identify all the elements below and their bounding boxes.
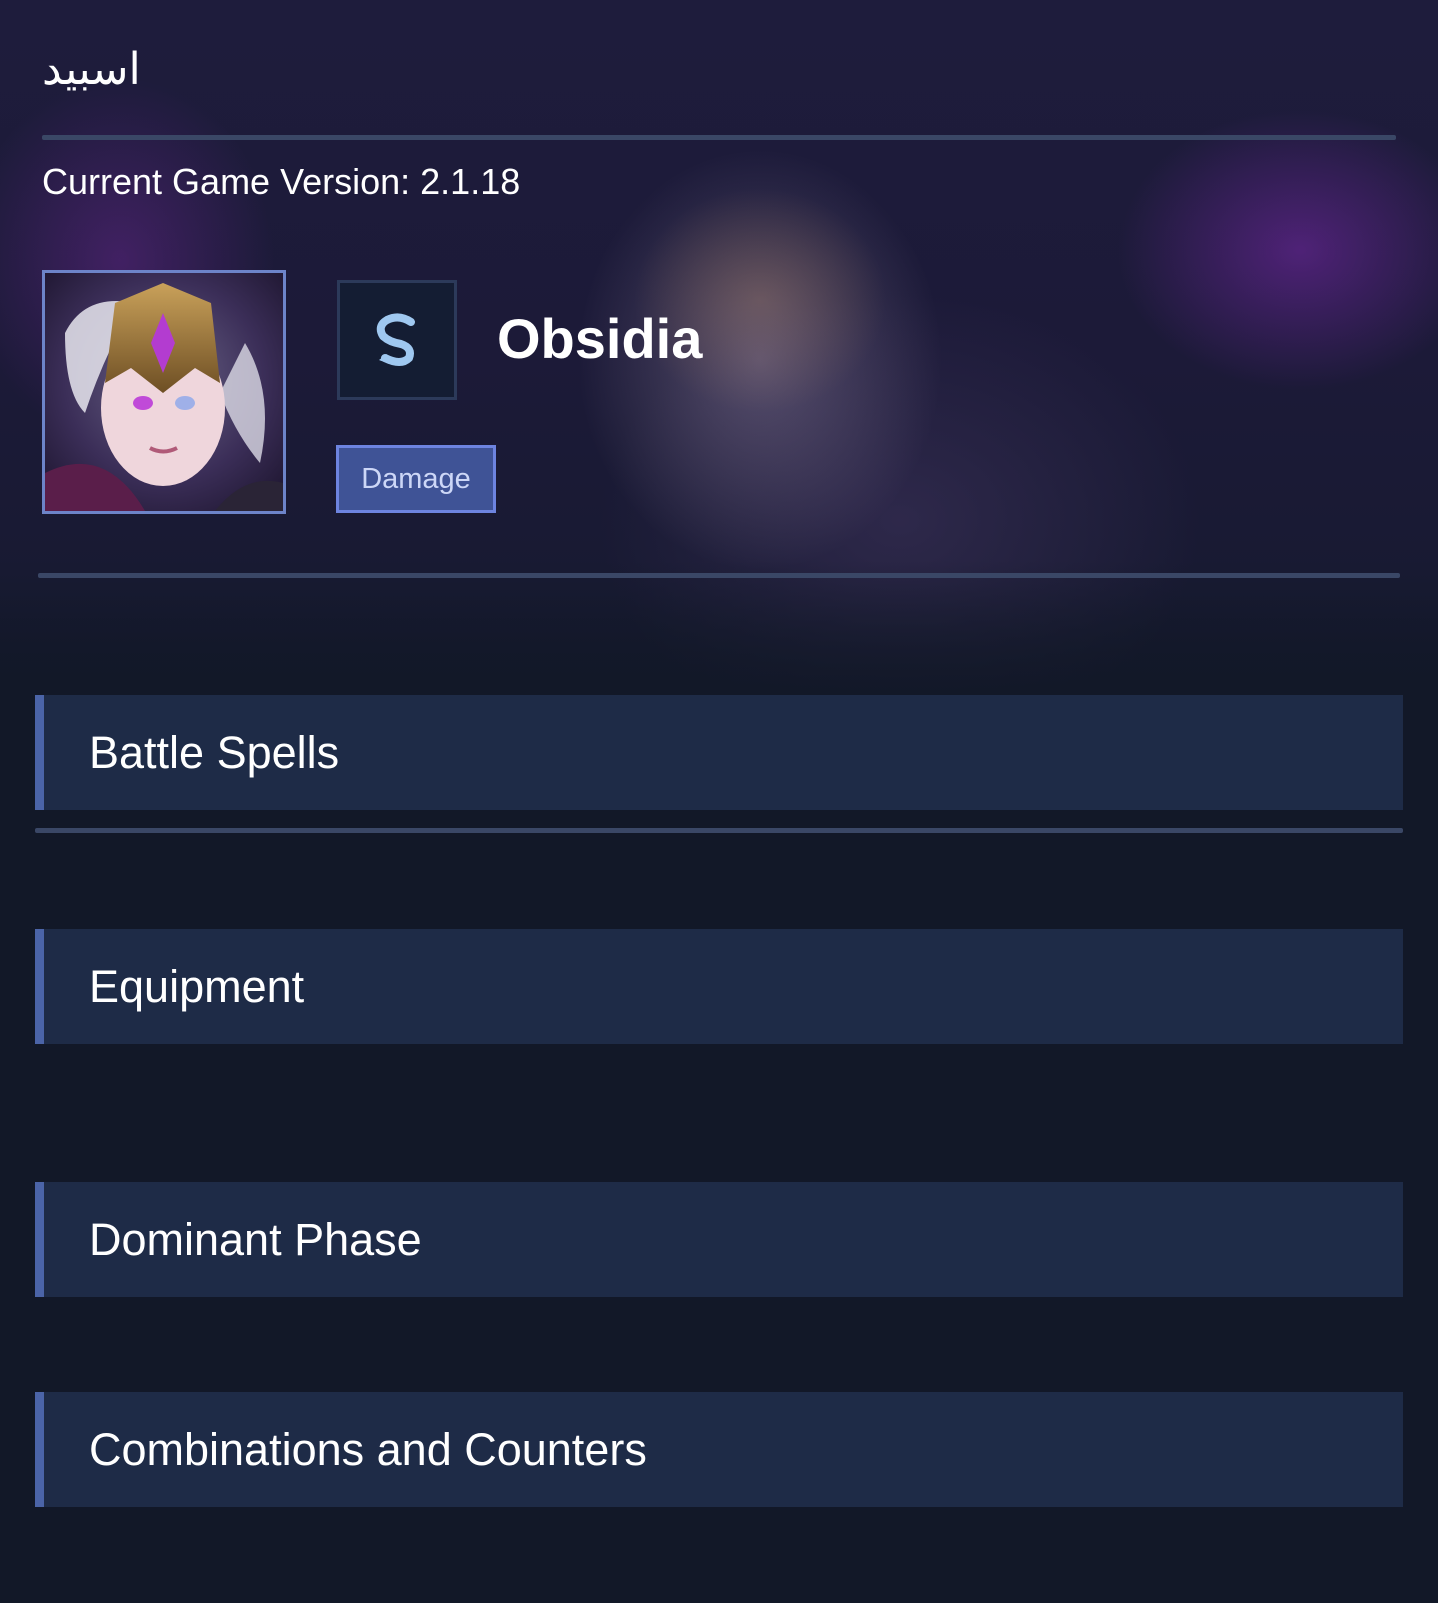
- role-s-icon: [376, 313, 415, 366]
- page-title: اسبيد: [42, 44, 141, 95]
- role-tag-damage: Damage: [336, 445, 496, 513]
- hero-name: Obsidia: [497, 307, 703, 370]
- section-label: Combinations and Counters: [89, 1423, 647, 1475]
- hero-divider: [38, 573, 1400, 578]
- game-version-text: Current Game Version: 2.1.18: [42, 161, 521, 202]
- section-dominant-phase[interactable]: Dominant Phase: [35, 1182, 1403, 1297]
- hero-detail-page: اسبيد Current Game Version: 2.1.18 Obsid…: [0, 0, 1438, 1603]
- portrait-art: [45, 273, 283, 511]
- section-battle-spells[interactable]: Battle Spells: [35, 695, 1403, 810]
- section-combinations-counters[interactable]: Combinations and Counters: [35, 1392, 1403, 1507]
- section-label: Dominant Phase: [89, 1213, 422, 1265]
- section-label: Equipment: [89, 960, 305, 1012]
- top-divider: [42, 135, 1396, 140]
- section-equipment[interactable]: Equipment: [35, 929, 1403, 1044]
- role-icon-box: [337, 280, 457, 400]
- section-divider: [35, 828, 1403, 833]
- hero-portrait: [42, 270, 286, 514]
- section-label: Battle Spells: [89, 726, 340, 778]
